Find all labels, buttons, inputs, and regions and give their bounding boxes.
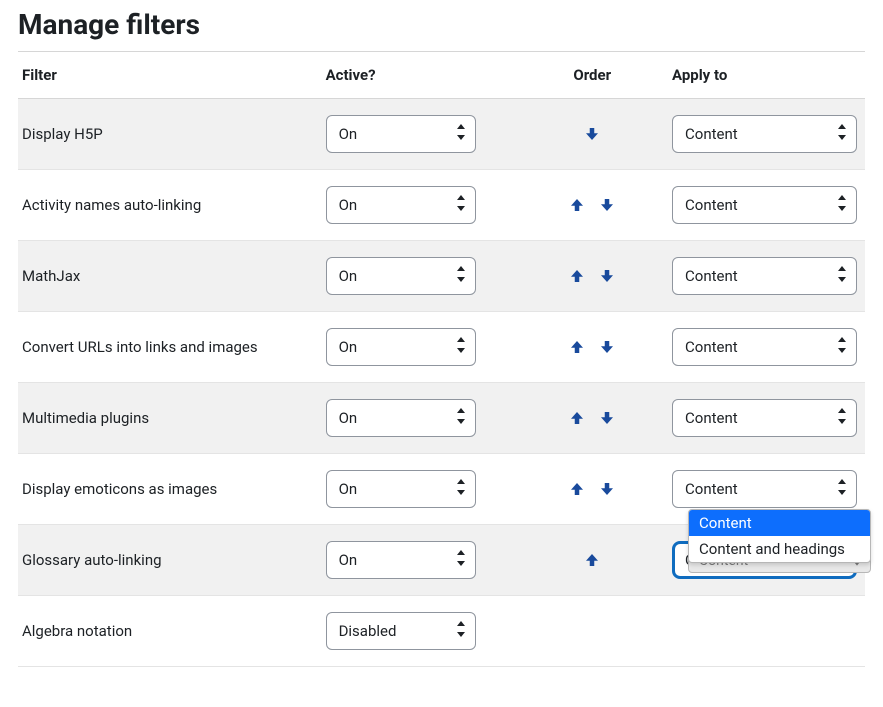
apply-to-select[interactable]: Content	[672, 186, 857, 224]
active-select-value: On	[339, 480, 358, 498]
updown-icon	[455, 266, 467, 286]
updown-icon	[455, 550, 467, 570]
move-up-button[interactable]	[566, 336, 588, 358]
apply-to-select-value: Content	[685, 125, 738, 143]
active-select[interactable]: Disabled	[326, 612, 476, 650]
table-row: MathJax On Content	[18, 241, 865, 312]
apply-to-dropdown[interactable]: Content Content and headings	[688, 509, 871, 563]
filter-name: Algebra notation	[18, 596, 322, 667]
active-select-value: On	[339, 196, 358, 214]
dropdown-option-content[interactable]: Content	[689, 510, 870, 536]
table-row: Algebra notation Disabled	[18, 596, 865, 667]
active-select[interactable]: On	[326, 470, 476, 508]
active-select[interactable]: On	[326, 186, 476, 224]
column-header-active: Active?	[322, 52, 521, 99]
move-up-button[interactable]	[566, 265, 588, 287]
filter-name: MathJax	[18, 241, 322, 312]
apply-to-select-value: Content	[685, 480, 738, 498]
column-header-filter: Filter	[18, 52, 322, 99]
move-down-button[interactable]	[596, 478, 618, 500]
move-down-button[interactable]	[596, 265, 618, 287]
active-select-value: On	[339, 551, 358, 569]
move-up-button[interactable]	[581, 549, 603, 571]
move-up-button[interactable]	[566, 478, 588, 500]
updown-icon	[455, 195, 467, 215]
move-down-button[interactable]	[596, 407, 618, 429]
apply-to-select-value: Content	[685, 338, 738, 356]
table-row: Activity names auto-linking On Content	[18, 170, 865, 241]
column-header-order: Order	[520, 52, 668, 99]
page-title: Manage filters	[18, 8, 865, 41]
filter-name: Display H5P	[18, 99, 322, 170]
move-down-button[interactable]	[581, 123, 603, 145]
filters-table: Filter Active? Order Apply to Display H5…	[18, 51, 865, 667]
apply-to-select[interactable]: Content	[672, 399, 857, 437]
active-select[interactable]: On	[326, 541, 476, 579]
table-row: Multimedia plugins On Content	[18, 383, 865, 454]
active-select[interactable]: On	[326, 328, 476, 366]
active-select-value: On	[339, 267, 358, 285]
updown-icon	[455, 124, 467, 144]
updown-icon	[455, 408, 467, 428]
updown-icon	[836, 266, 848, 286]
move-up-button[interactable]	[566, 194, 588, 216]
apply-to-select-value: Content	[685, 267, 738, 285]
updown-icon	[836, 479, 848, 499]
apply-to-select-value: Content	[685, 196, 738, 214]
updown-icon	[455, 621, 467, 641]
updown-icon	[836, 195, 848, 215]
filter-name: Glossary auto-linking	[18, 525, 322, 596]
apply-to-select[interactable]: Content	[672, 328, 857, 366]
active-select-value: On	[339, 125, 358, 143]
active-select[interactable]: On	[326, 115, 476, 153]
move-up-button[interactable]	[566, 407, 588, 429]
updown-icon	[836, 408, 848, 428]
active-select-value: On	[339, 338, 358, 356]
updown-icon	[455, 337, 467, 357]
active-select[interactable]: On	[326, 257, 476, 295]
move-down-button[interactable]	[596, 336, 618, 358]
active-select-value: On	[339, 409, 358, 427]
updown-icon	[836, 124, 848, 144]
filter-name: Multimedia plugins	[18, 383, 322, 454]
apply-to-select-value: Content	[685, 409, 738, 427]
table-row: Convert URLs into links and images On Cont…	[18, 312, 865, 383]
dropdown-option-content-and-headings[interactable]: Content and headings	[689, 536, 870, 562]
active-select[interactable]: On	[326, 399, 476, 437]
move-down-button[interactable]	[596, 194, 618, 216]
apply-to-select[interactable]: Content	[672, 470, 857, 508]
table-row: Display H5P On Content	[18, 99, 865, 170]
filter-name: Convert URLs into links and images	[18, 312, 322, 383]
column-header-apply: Apply to	[668, 52, 865, 99]
filter-name: Activity names auto-linking	[18, 170, 322, 241]
apply-to-select[interactable]: Content	[672, 115, 857, 153]
updown-icon	[455, 479, 467, 499]
updown-icon	[836, 337, 848, 357]
apply-to-select[interactable]: Content	[672, 257, 857, 295]
active-select-value: Disabled	[339, 622, 397, 640]
filter-name: Display emoticons as images	[18, 454, 322, 525]
